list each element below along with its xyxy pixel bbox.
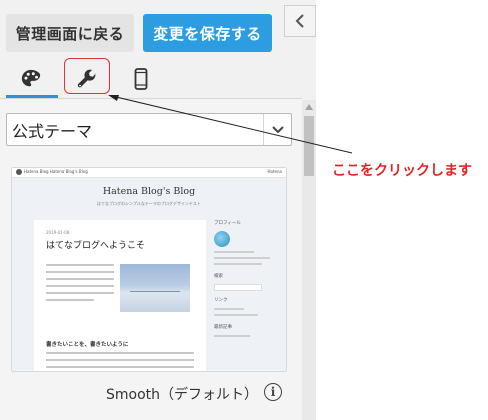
annotation-label: ここをクリックします — [332, 163, 472, 179]
annotation-arrow — [108, 95, 353, 154]
